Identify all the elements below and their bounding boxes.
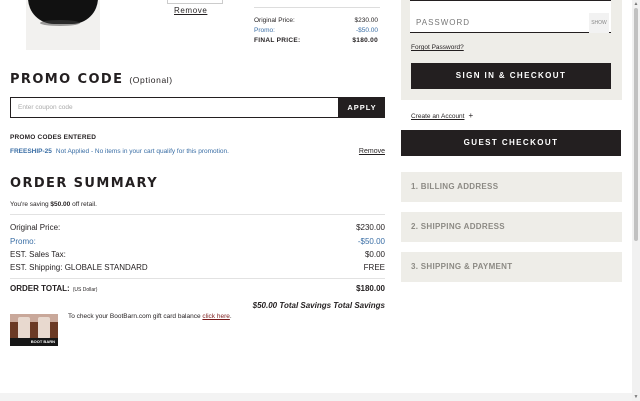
show-password-button[interactable]: SHOW — [589, 13, 609, 33]
password-field[interactable]: PASSWORD SHOW — [410, 0, 611, 33]
summary-label: Original Price: — [10, 223, 61, 232]
step-billing-address[interactable]: 1. BILLING ADDRESS — [401, 172, 622, 202]
mini-label: Original Price: — [254, 17, 295, 24]
order-summary-heading: ORDER SUMMARY — [10, 176, 158, 191]
sign-in-checkout-button[interactable]: SIGN IN & CHECKOUT — [411, 63, 611, 89]
gift-card-balance-link[interactable]: click here — [202, 313, 229, 320]
scroll-up-icon[interactable]: ▲ — [632, 0, 640, 8]
mini-value: -$50.00 — [355, 27, 378, 34]
quantity-box-edge — [167, 0, 223, 4]
promo-code-row: FREESHIP-25 Not Applied - No items in yo… — [10, 148, 385, 155]
mini-value: $230.00 — [354, 17, 379, 24]
scrollbar-thumb[interactable] — [634, 8, 638, 241]
summary-label: EST. Sales Tax: — [10, 250, 66, 259]
order-total-currency: (US Dollar) — [72, 287, 98, 293]
gift-card-logo: BOOT BARN — [10, 338, 58, 346]
bottom-bar — [0, 393, 632, 401]
guest-checkout-button[interactable]: GUEST CHECKOUT — [401, 130, 621, 156]
summary-row-sales-tax: EST. Sales Tax: $0.00 — [10, 250, 385, 259]
promo-code-heading: PROMO CODE (Optional) — [10, 72, 173, 87]
mini-final-price-row: FINAL PRICE: $180.00 — [254, 37, 378, 44]
step-shipping-address[interactable]: 2. SHIPPING ADDRESS — [401, 212, 622, 242]
gift-card-text: To check your BootBarn.com gift card bal… — [68, 313, 232, 320]
mini-value: $180.00 — [352, 37, 378, 44]
remove-item-link[interactable]: Remove — [174, 6, 207, 15]
summary-divider — [10, 214, 385, 215]
step-shipping-payment[interactable]: 3. SHIPPING & PAYMENT — [401, 252, 622, 282]
total-savings-line: $50.00 Total Savings Total Savings — [252, 301, 385, 310]
mini-promo-row: Promo: -$50.00 — [254, 27, 378, 34]
summary-row-original-price: Original Price: $230.00 — [10, 223, 385, 232]
product-image[interactable] — [26, 0, 100, 50]
gift-card-sentence: To check your BootBarn.com gift card bal… — [68, 313, 203, 320]
mini-original-price-row: Original Price: $230.00 — [254, 17, 378, 24]
saving-amount: $50.00 — [50, 201, 71, 208]
gift-card-image: BOOT BARN — [10, 314, 58, 346]
summary-divider-bottom — [10, 278, 385, 279]
promo-title: PROMO CODE — [10, 72, 124, 87]
summary-row-shipping: EST. Shipping: GLOBALE STANDARD FREE — [10, 263, 385, 272]
apply-button[interactable]: APPLY — [339, 97, 385, 118]
mini-label: Promo: — [254, 27, 275, 34]
summary-label: EST. Shipping: GLOBALE STANDARD — [10, 263, 148, 272]
password-label: PASSWORD — [416, 18, 471, 27]
summary-value: $230.00 — [356, 223, 385, 232]
scroll-down-icon[interactable]: ▼ — [632, 393, 640, 401]
order-total-row: ORDER TOTAL: (US Dollar) $180.00 — [10, 284, 385, 293]
summary-value: -$50.00 — [357, 237, 385, 246]
gift-card-figure — [38, 317, 50, 339]
order-total-value: $180.00 — [356, 284, 385, 293]
saving-suffix: off retail. — [70, 201, 97, 208]
hat-shadow — [40, 20, 80, 26]
plus-icon: + — [468, 111, 474, 120]
create-account-link[interactable]: Create an Account + — [411, 111, 473, 120]
summary-value: FREE — [363, 263, 385, 272]
order-total-label: ORDER TOTAL: — [10, 284, 70, 293]
mini-summary-divider — [254, 7, 380, 8]
promo-codes-entered-heading: PROMO CODES ENTERED — [10, 134, 97, 141]
create-account-label: Create an Account — [411, 113, 465, 120]
order-summary-title: ORDER SUMMARY — [10, 176, 159, 191]
mini-label: FINAL PRICE: — [254, 37, 301, 44]
order-total-label-group: ORDER TOTAL: (US Dollar) — [10, 284, 97, 293]
forgot-password-link[interactable]: Forgot Password? — [411, 44, 464, 51]
promo-code: FREESHIP-25 — [10, 148, 52, 155]
summary-label: Promo: — [10, 237, 36, 246]
gift-card-suffix: . — [229, 313, 232, 320]
saving-prefix: You're saving — [10, 201, 51, 208]
promo-optional: (Optional) — [129, 75, 173, 85]
remove-promo-link[interactable]: Remove — [359, 148, 385, 155]
promo-code-status: Not Applied - No items in your cart qual… — [55, 148, 229, 155]
gift-card-figure — [18, 317, 30, 339]
saving-text: You're saving $50.00 off retail. — [10, 201, 97, 208]
coupon-input[interactable]: Enter coupon code — [10, 97, 339, 118]
summary-row-promo: Promo: -$50.00 — [10, 237, 385, 246]
summary-value: $0.00 — [364, 250, 385, 259]
